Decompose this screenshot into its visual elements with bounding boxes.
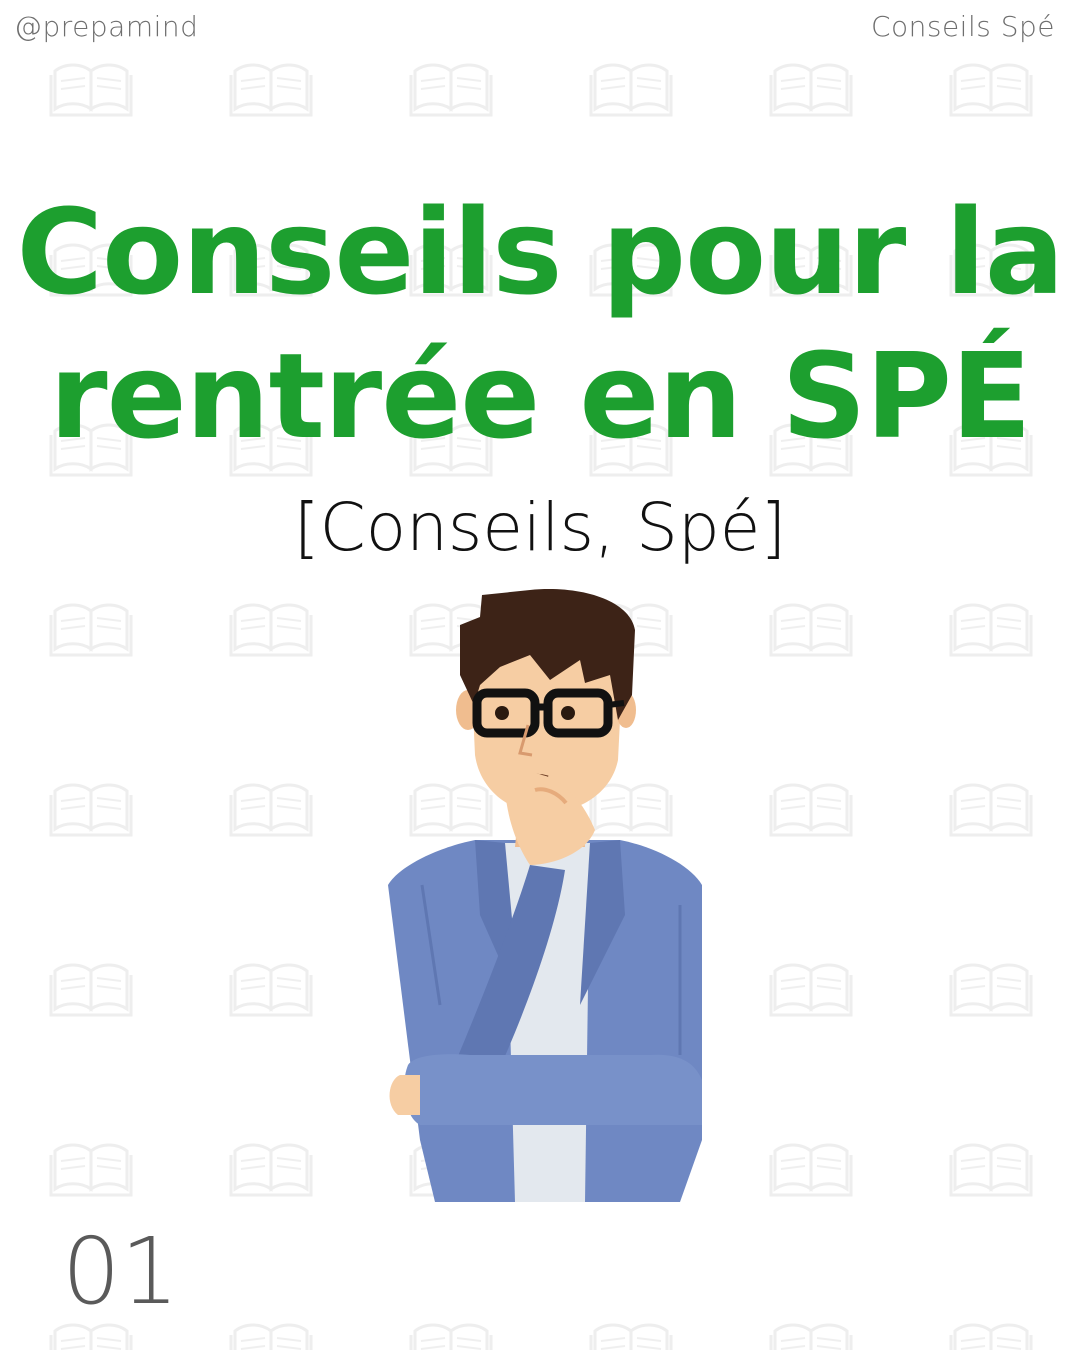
open-book-icon — [49, 783, 133, 837]
open-book-icon — [769, 1143, 853, 1197]
open-book-icon — [49, 963, 133, 1017]
title-line-2: rentrée en SPÉ — [49, 327, 1031, 465]
open-book-icon — [769, 63, 853, 117]
open-book-icon — [49, 1143, 133, 1197]
tags-label: [Conseils, Spé] — [293, 489, 787, 566]
open-book-icon — [949, 963, 1033, 1017]
open-book-icon — [769, 603, 853, 657]
open-book-icon — [949, 63, 1033, 117]
open-book-icon — [49, 1323, 133, 1350]
page-title: Conseils pour la rentrée en SPÉ — [0, 180, 1080, 468]
open-book-icon — [229, 963, 313, 1017]
page-number: 01 — [62, 1218, 180, 1325]
open-book-icon — [589, 63, 673, 117]
title-line-1: Conseils pour la — [16, 183, 1064, 321]
open-book-icon — [769, 1323, 853, 1350]
open-book-icon — [589, 1323, 673, 1350]
open-book-icon — [769, 963, 853, 1017]
open-book-icon — [229, 1143, 313, 1197]
series-label: Conseils Spé — [870, 10, 1055, 43]
open-book-icon — [229, 63, 313, 117]
open-book-icon — [229, 603, 313, 657]
open-book-icon — [949, 603, 1033, 657]
open-book-icon — [949, 783, 1033, 837]
open-book-icon — [769, 783, 853, 837]
open-book-icon — [49, 603, 133, 657]
open-book-icon — [409, 1323, 493, 1350]
account-handle: @prepamind — [14, 10, 199, 43]
open-book-icon — [949, 1323, 1033, 1350]
open-book-icon — [49, 63, 133, 117]
open-book-icon — [229, 783, 313, 837]
open-book-icon — [229, 1323, 313, 1350]
open-book-icon — [409, 63, 493, 117]
thinking-man-illustration — [388, 589, 702, 1202]
open-book-icon — [949, 1143, 1033, 1197]
